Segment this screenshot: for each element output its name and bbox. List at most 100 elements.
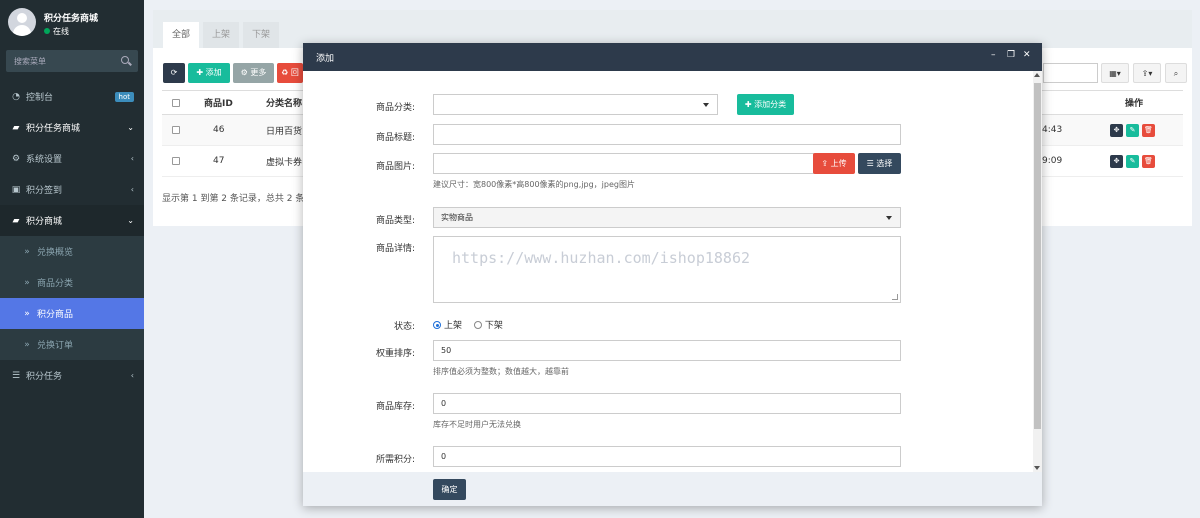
edit-icon[interactable]: ✎ xyxy=(1126,154,1139,168)
table-search-input[interactable] xyxy=(1043,63,1098,83)
choose-button[interactable]: ☰ 选择 xyxy=(858,153,901,174)
double-chevron-icon: » xyxy=(24,277,30,288)
grid-icon: ▦▾ xyxy=(1109,69,1121,78)
sidebar-item-exchange-orders[interactable]: » 兑换订单 xyxy=(0,329,144,360)
dialog-titlebar: 添加 – ❐ ✕ xyxy=(303,43,1042,71)
cell-time: 9:09 xyxy=(1042,156,1063,166)
double-chevron-icon: » xyxy=(24,308,30,319)
sidebar-menu: ◔ 控制台 hot ▰ 积分任务商城 ⌄ ⚙ 系统设置 ‹ ▣ 积分签到 ‹ ▰… xyxy=(0,81,144,391)
sidebar-item-points-tasks[interactable]: ☰ 积分任务 ‹ xyxy=(0,360,144,391)
add-category-button[interactable]: ✚ 添加分类 xyxy=(737,94,794,115)
sidebar-item-label: 积分签到 xyxy=(26,186,63,196)
more-label: 更多 xyxy=(250,68,267,77)
cell-id: 46 xyxy=(213,125,225,135)
list-icon: ☰ xyxy=(11,370,21,381)
submenu: » 兑换概览 » 商品分类 » 积分商品 » 兑换订单 xyxy=(0,236,144,360)
sidebar-item-points-goods[interactable]: » 积分商品 xyxy=(0,298,144,329)
tab-off-shelf[interactable]: 下架 xyxy=(243,22,279,48)
sidebar-item-points-signin[interactable]: ▣ 积分签到 ‹ xyxy=(0,174,144,205)
sidebar-item-exchange-overview[interactable]: » 兑换概览 xyxy=(0,236,144,267)
cell-id: 47 xyxy=(213,156,225,166)
cell-category: 日用百货 xyxy=(266,126,303,137)
detail-textarea[interactable]: https://www.huzhan.com/ishop18862 xyxy=(433,236,901,303)
confirm-button[interactable]: 确定 xyxy=(433,479,466,500)
sidebar-item-dashboard[interactable]: ◔ 控制台 hot xyxy=(0,81,144,112)
radio-on-shelf[interactable]: 上架 xyxy=(433,321,462,331)
add-button[interactable]: ✚ 添加 xyxy=(188,63,230,83)
title-label: 商品标题: xyxy=(375,133,415,143)
minimize-icon[interactable]: – xyxy=(991,50,996,60)
image-label: 商品图片: xyxy=(375,162,415,172)
edit-icon[interactable]: ✎ xyxy=(1126,123,1139,137)
scroll-thumb[interactable] xyxy=(1034,83,1041,429)
select-all-checkbox[interactable] xyxy=(172,91,180,114)
pagination-info: 显示第 1 到第 2 条记录，总共 2 条记 xyxy=(162,194,314,204)
cell-time: 4:43 xyxy=(1042,125,1063,135)
radio-checked-icon[interactable] xyxy=(433,321,441,329)
menu-search-input[interactable] xyxy=(6,50,116,72)
dashboard-icon: ◔ xyxy=(12,91,20,102)
upload-button[interactable]: ⇪ 上传 xyxy=(813,153,855,174)
radio-unchecked-icon[interactable] xyxy=(473,321,482,329)
add-label: 添加 xyxy=(205,68,222,77)
drag-icon[interactable]: ✥ xyxy=(1110,123,1123,137)
sidebar-item-label: 积分任务商城 xyxy=(26,124,81,134)
stock-input[interactable]: 0 xyxy=(433,393,901,414)
chevron-left-icon: ‹ xyxy=(130,185,134,194)
more-button[interactable]: ⚙ 更多 xyxy=(233,63,274,83)
image-input[interactable] xyxy=(433,153,814,174)
weight-input[interactable]: 50 xyxy=(433,340,901,361)
row-checkbox[interactable] xyxy=(172,115,180,145)
header-id: 商品ID xyxy=(204,99,233,109)
sidebar-item-goods-category[interactable]: » 商品分类 xyxy=(0,267,144,298)
caret-down-icon xyxy=(703,103,709,107)
recycle-label: 回 xyxy=(290,68,299,77)
dialog-scrollbar[interactable] xyxy=(1033,71,1042,472)
caret-down-icon xyxy=(886,216,892,220)
checkbox[interactable] xyxy=(172,157,180,165)
delete-icon[interactable]: 🗑 xyxy=(1142,154,1155,168)
delete-icon[interactable]: 🗑 xyxy=(1142,123,1155,137)
sidebar-item-label: 积分任务 xyxy=(26,372,63,382)
search-button[interactable]: ⌕ xyxy=(1165,63,1187,83)
radio-off-shelf[interactable]: 下架 xyxy=(473,321,503,331)
tab-on-shelf[interactable]: 上架 xyxy=(203,22,239,48)
checkbox[interactable] xyxy=(172,98,180,107)
scroll-down-icon[interactable] xyxy=(1034,466,1040,470)
recycle-button[interactable]: ♻ 回 xyxy=(277,63,303,83)
export-icon: ⇪▾ xyxy=(1141,69,1153,78)
cogs-icon: ⚙ xyxy=(11,153,21,164)
tab-all[interactable]: 全部 xyxy=(163,22,199,48)
export-button[interactable]: ⇪▾ xyxy=(1133,63,1161,83)
row-checkbox[interactable] xyxy=(172,146,180,176)
type-select[interactable]: 实物商品 xyxy=(433,207,901,228)
close-icon[interactable]: ✕ xyxy=(1023,50,1031,60)
category-select[interactable] xyxy=(433,94,718,115)
sidebar-item-points-mall[interactable]: ▰ 积分商城 ⌄ xyxy=(0,205,144,236)
row-actions: ✥ ✎ 🗑 xyxy=(1110,146,1155,176)
refresh-button[interactable]: ⟳ xyxy=(163,63,185,83)
user-panel: 积分任务商城 在线 xyxy=(0,0,144,44)
row-actions: ✥ ✎ 🗑 xyxy=(1110,115,1155,145)
drag-icon[interactable]: ✥ xyxy=(1110,154,1123,168)
user-name: 积分任务商城 xyxy=(44,14,99,24)
sidebar-item-label: 兑换概览 xyxy=(37,248,74,258)
title-input[interactable] xyxy=(433,124,901,145)
sidebar-item-label: 积分商品 xyxy=(37,310,74,320)
status-radio-group: 上架 下架 xyxy=(433,318,503,331)
sidebar-item-label: 兑换订单 xyxy=(37,341,74,351)
calendar-icon: ▣ xyxy=(11,184,21,195)
search-icon[interactable] xyxy=(121,56,129,64)
checkbox[interactable] xyxy=(172,126,180,134)
sidebar-item-points-task-mall[interactable]: ▰ 积分任务商城 ⌄ xyxy=(0,112,144,143)
detail-label: 商品详情: xyxy=(375,244,415,254)
columns-button[interactable]: ▦▾ xyxy=(1101,63,1129,83)
resize-grip-icon[interactable] xyxy=(892,294,898,300)
chevron-down-icon: ⌄ xyxy=(127,123,134,132)
sidebar-item-system-settings[interactable]: ⚙ 系统设置 ‹ xyxy=(0,143,144,174)
scroll-up-icon[interactable] xyxy=(1034,73,1040,77)
maximize-icon[interactable]: ❐ xyxy=(1007,50,1015,60)
search-icon: ⌕ xyxy=(1173,69,1179,78)
dialog-footer: 确定 xyxy=(303,472,1042,506)
points-input[interactable]: 0 xyxy=(433,446,901,467)
